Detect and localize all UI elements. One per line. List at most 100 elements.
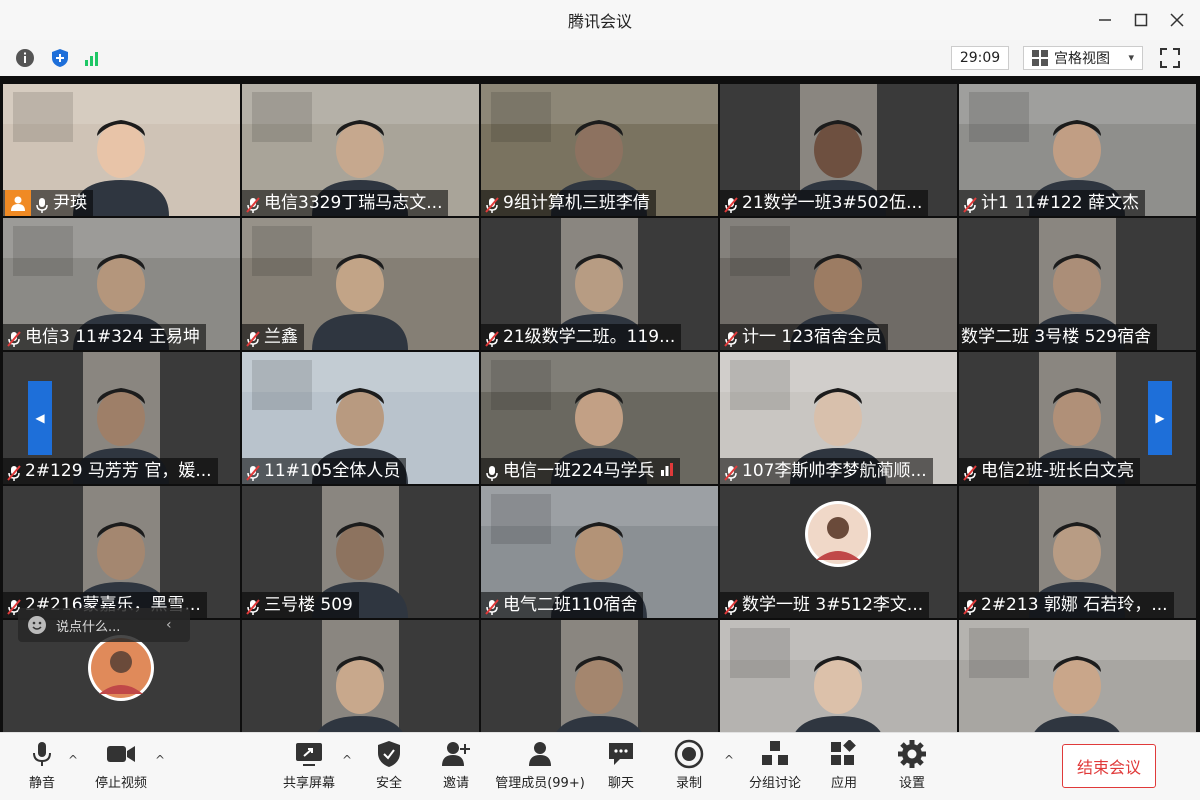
microphone-muted-icon xyxy=(246,329,260,347)
participant-name-text: 计1 11#122 薛文杰 xyxy=(981,193,1139,213)
gear-icon xyxy=(896,739,928,769)
participant-tile[interactable]: 数学二班 3号楼 529宿舍 xyxy=(959,218,1196,350)
participant-name-text: 尹瑛 xyxy=(53,193,87,213)
minimize-button[interactable] xyxy=(1093,8,1117,32)
settings-button[interactable]: 设置 xyxy=(872,739,952,795)
mute-label: 静音 xyxy=(28,776,55,791)
chevron-left-icon[interactable]: ‹ xyxy=(166,617,190,633)
chat-input-bar[interactable]: 说点什么... ‹ xyxy=(18,608,190,642)
video-options-caret[interactable]: ^ xyxy=(155,753,169,767)
participant-tile[interactable]: 尹瑛 xyxy=(3,84,240,216)
participant-tile[interactable]: 兰鑫 xyxy=(242,218,479,350)
close-window-button[interactable] xyxy=(1165,8,1189,32)
invite-button[interactable]: 邀请 xyxy=(416,739,496,795)
participant-tile[interactable]: 107李斯帅李梦航蔺顺... xyxy=(720,352,957,484)
microphone-muted-icon xyxy=(724,597,738,615)
participant-name-text: 三号楼 509 xyxy=(264,595,353,615)
participant-tile[interactable]: 电信一班224马学兵 xyxy=(481,352,718,484)
microphone-muted-icon xyxy=(963,195,977,213)
mute-options-caret[interactable]: ^ xyxy=(68,753,82,767)
invite-label: 邀请 xyxy=(442,776,469,791)
chevron-right-icon: ▶ xyxy=(1155,411,1165,425)
participant-tile[interactable]: 电信3 11#324 王易坤 xyxy=(3,218,240,350)
participant-tile[interactable]: 11#105全体人员 xyxy=(242,352,479,484)
microphone-muted-icon xyxy=(485,195,499,213)
emoji-icon[interactable] xyxy=(18,615,56,635)
participant-name-text: 数学一班 3#512李文... xyxy=(742,595,924,615)
participant-tile[interactable]: 9组计算机三班李倩 xyxy=(481,84,718,216)
participant-name-text: 电信3 11#324 王易坤 xyxy=(25,327,200,347)
chat-label: 聊天 xyxy=(607,776,634,791)
participant-tile[interactable]: 电信3329丁瑞马志文... xyxy=(242,84,479,216)
prev-page-button[interactable]: ◀ xyxy=(28,381,52,455)
next-page-button[interactable]: ▶ xyxy=(1148,381,1172,455)
participant-tile[interactable]: 电气二班110宿舍 xyxy=(481,486,718,618)
participant-name: 三号楼 509 xyxy=(242,592,359,618)
participant-name: 21级数学二班。119... xyxy=(481,324,682,350)
manage-members-button[interactable]: 管理成员(99+) xyxy=(490,739,590,795)
participant-name: 计一 123宿舍全员 xyxy=(720,324,888,350)
participant-name: 电信2班-班长白文亮 xyxy=(959,458,1140,484)
participant-name-text: 107李斯帅李梦航蔺顺... xyxy=(742,461,927,481)
window-title: 腾讯会议 xyxy=(567,12,632,31)
meeting-timer: 29:09 xyxy=(951,46,1009,70)
participant-name-text: 21数学一班3#502伍... xyxy=(742,193,923,213)
participant-name: 数学二班 3号楼 529宿舍 xyxy=(959,324,1158,350)
share-screen-button[interactable]: 共享屏幕 xyxy=(269,739,349,795)
title-bar: 腾讯会议 xyxy=(0,0,1200,40)
view-mode-dropdown[interactable]: 宫格视图 ▾ xyxy=(1023,46,1143,70)
microphone-muted-icon xyxy=(485,597,499,615)
participant-tile[interactable]: 计一 123宿舍全员 xyxy=(720,218,957,350)
end-meeting-button[interactable]: 结束会议 xyxy=(1062,744,1156,788)
record-button[interactable]: 录制 xyxy=(649,739,729,795)
participant-name-text: 兰鑫 xyxy=(264,327,298,347)
microphone-muted-icon xyxy=(246,195,260,213)
breakout-label: 分组讨论 xyxy=(748,776,801,791)
participant-name: 11#105全体人员 xyxy=(242,458,407,484)
participant-tile[interactable]: 计1 11#122 薛文杰 xyxy=(959,84,1196,216)
apps-label: 应用 xyxy=(830,776,857,791)
signal-bars-icon xyxy=(85,52,98,66)
participant-name: 电气二班110宿舍 xyxy=(481,592,644,618)
chevron-down-icon: ▾ xyxy=(1128,51,1134,64)
participant-name-text: 电气二班110宿舍 xyxy=(503,595,638,615)
participant-name: 数学一班 3#512李文... xyxy=(720,592,930,618)
microphone-muted-icon xyxy=(7,329,21,347)
participant-tile[interactable]: 21数学一班3#502伍... xyxy=(720,84,957,216)
fullscreen-icon xyxy=(1160,48,1180,68)
participant-tile[interactable]: 2#213 郭娜 石若玲，... xyxy=(959,486,1196,618)
chat-bubble-icon xyxy=(605,739,637,769)
chat-placeholder[interactable]: 说点什么... xyxy=(56,616,166,635)
participant-name: 21数学一班3#502伍... xyxy=(720,190,929,216)
participant-name: 电信一班224马学兵 xyxy=(481,458,681,484)
breakout-groups-icon xyxy=(759,739,791,769)
mute-button[interactable]: 静音 xyxy=(2,739,82,795)
participant-name: 2#129 马芳芳 官，媛... xyxy=(3,458,218,484)
stop-video-label: 停止视频 xyxy=(94,776,147,791)
stop-video-button[interactable]: 停止视频 xyxy=(81,739,161,795)
breakout-button[interactable]: 分组讨论 xyxy=(735,739,815,795)
fullscreen-button[interactable] xyxy=(1158,46,1182,70)
participant-name: 9组计算机三班李倩 xyxy=(481,190,656,216)
meeting-info-button[interactable] xyxy=(13,46,37,70)
participant-tile[interactable]: 2#216蒙嘉乐，黑雪... xyxy=(3,486,240,618)
add-user-icon xyxy=(440,739,472,769)
participant-name: 兰鑫 xyxy=(242,324,304,350)
microphone-icon xyxy=(485,463,499,481)
participant-name-text: 2#129 马芳芳 官，媛... xyxy=(25,461,212,481)
microphone-muted-icon xyxy=(724,329,738,347)
manage-members-label: 管理成员(99+) xyxy=(495,776,585,791)
participant-tile[interactable]: 数学一班 3#512李文... xyxy=(720,486,957,618)
members-icon xyxy=(524,739,556,769)
security-shield-button[interactable] xyxy=(48,46,72,70)
shield-icon xyxy=(373,739,405,769)
participant-tile[interactable]: 21级数学二班。119... xyxy=(481,218,718,350)
bottom-control-bar: 静音 ^ 停止视频 ^ 共享屏幕 ^ 安全 邀请 管理成员(99+) 聊天 录制… xyxy=(0,732,1200,800)
network-status-button[interactable] xyxy=(81,46,105,70)
maximize-button[interactable] xyxy=(1129,8,1153,32)
participant-tile[interactable]: 三号楼 509 xyxy=(242,486,479,618)
microphone-muted-icon xyxy=(246,463,260,481)
participant-name-text: 电信一班224马学兵 xyxy=(503,461,655,481)
record-label: 录制 xyxy=(675,776,702,791)
share-screen-label: 共享屏幕 xyxy=(282,776,335,791)
